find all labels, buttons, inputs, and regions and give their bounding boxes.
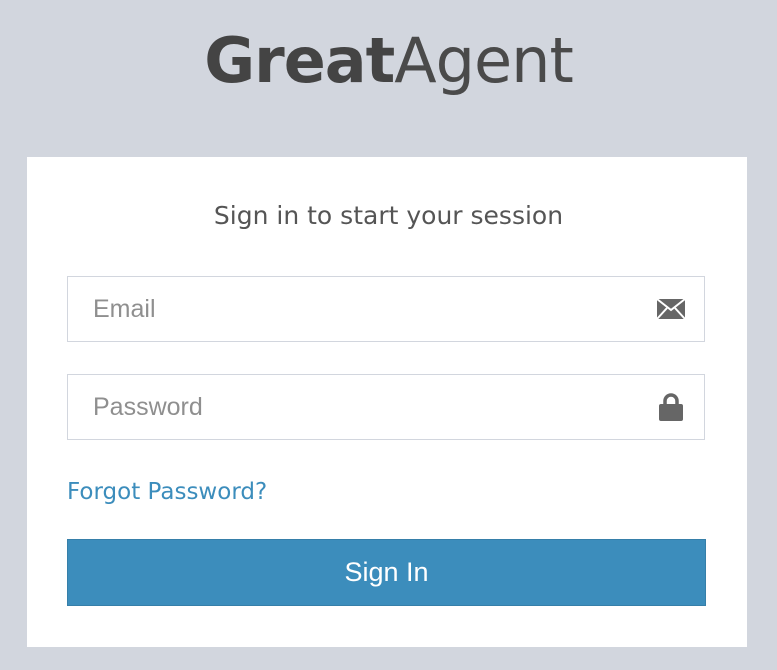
envelope-icon (656, 294, 686, 324)
password-field-group (67, 374, 705, 440)
email-input[interactable] (68, 277, 704, 341)
app-logo: GreatAgent (0, 22, 777, 100)
lock-icon (656, 392, 686, 422)
forgot-password-link[interactable]: Forgot Password? (67, 475, 267, 509)
password-input[interactable] (68, 375, 704, 439)
login-box-message: Sign in to start your session (213, 201, 564, 230)
email-field-group (67, 276, 705, 342)
logo-light-text: Agent (394, 24, 574, 97)
login-page: GreatAgent Sign in to start your session… (0, 0, 777, 670)
sign-in-button[interactable]: Sign In (67, 539, 706, 606)
logo-bold-text: Great (204, 24, 395, 97)
